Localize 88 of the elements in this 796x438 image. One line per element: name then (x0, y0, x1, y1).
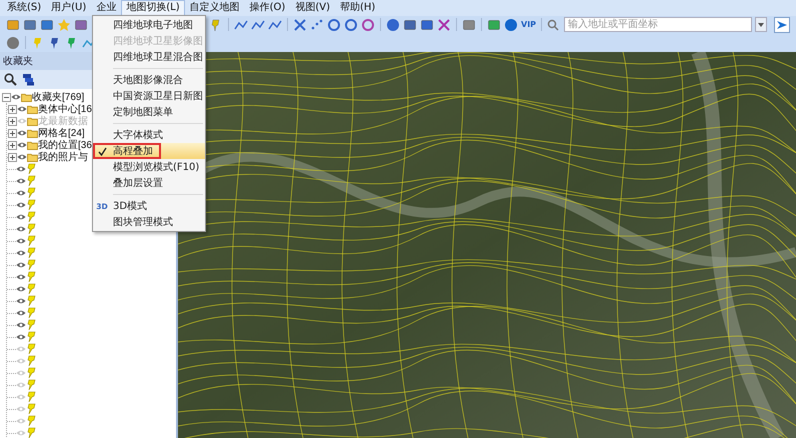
menu-item[interactable]: 操作(O) (244, 0, 290, 16)
stack-icon[interactable] (22, 73, 35, 86)
eye-icon[interactable] (16, 237, 26, 245)
eye-icon[interactable] (17, 105, 27, 113)
pin-icon[interactable] (26, 235, 36, 247)
eye-icon[interactable] (16, 189, 26, 197)
pin-icon[interactable] (26, 343, 36, 355)
menu-item[interactable]: 自定义地图 (184, 0, 245, 16)
expand-icon[interactable] (8, 152, 17, 162)
pin-icon[interactable] (26, 187, 36, 199)
pin-icon[interactable] (26, 211, 36, 223)
info-icon[interactable] (504, 18, 518, 32)
pin-icon[interactable] (26, 283, 36, 295)
eye-icon[interactable] (16, 165, 26, 173)
pin-icon[interactable] (26, 379, 36, 391)
arrow-icon (777, 20, 788, 30)
pin-icon[interactable] (26, 163, 36, 175)
eye-icon[interactable] (16, 273, 26, 281)
tree-item[interactable]: 我的位置[36 (38, 138, 92, 152)
menu-item[interactable]: 中国资源卫星日新图 (93, 88, 205, 104)
pin-icon[interactable] (26, 391, 36, 403)
menu-item[interactable]: 系统(S) (2, 0, 46, 16)
star-icon[interactable] (57, 18, 71, 32)
pin-icon[interactable] (26, 259, 36, 271)
eye-icon[interactable] (16, 225, 26, 233)
menu-item[interactable]: 图块管理模式 (93, 214, 205, 230)
menu-item[interactable]: 定制地图菜单 (93, 104, 205, 120)
eye-icon[interactable] (17, 141, 27, 149)
pin-icon[interactable] (26, 223, 36, 235)
menu-item[interactable]: 地图切换(L) (121, 0, 185, 16)
menu-item[interactable]: 大字体模式 (93, 127, 205, 143)
dots-icon[interactable] (310, 18, 324, 32)
pin-icon[interactable] (26, 307, 36, 319)
eye-icon[interactable] (16, 249, 26, 257)
eye-icon[interactable] (16, 285, 26, 293)
menu-item[interactable]: 用户(U) (46, 0, 92, 16)
eye-icon[interactable] (11, 93, 21, 101)
pin-icon[interactable] (26, 355, 36, 367)
eye-icon[interactable] (17, 153, 27, 161)
pin-icon[interactable] (26, 175, 36, 187)
collapse-icon[interactable] (2, 92, 11, 102)
pin-icon[interactable] (26, 415, 36, 427)
pin-icon[interactable] (26, 199, 36, 211)
eye-icon[interactable] (17, 129, 27, 137)
menu-item[interactable]: 高程叠加 (93, 143, 205, 159)
tree-item[interactable]: 我的照片与 (38, 150, 88, 164)
circle-icon[interactable] (327, 18, 341, 32)
eye-icon[interactable] (16, 261, 26, 269)
caret-icon (758, 22, 764, 26)
eye-icon[interactable] (16, 201, 26, 209)
eye-icon[interactable] (16, 321, 26, 329)
pin-icon[interactable] (26, 367, 36, 379)
highlight-frame (93, 143, 161, 159)
menu-item[interactable]: 天地图影像混合 (93, 72, 205, 88)
pin-icon[interactable] (26, 295, 36, 307)
menu-item[interactable]: 模型浏览模式(F10) (93, 159, 205, 175)
expand-icon[interactable] (8, 104, 17, 114)
menu-item[interactable]: 帮助(H) (335, 0, 380, 16)
search-icon[interactable] (4, 73, 17, 86)
vip-icon[interactable]: VIP (521, 20, 536, 29)
menu-item[interactable]: 企业 (91, 0, 122, 16)
pin-icon[interactable] (26, 319, 36, 331)
eye-icon[interactable] (16, 297, 26, 305)
pin-icon[interactable] (26, 403, 36, 415)
pin-icon[interactable] (26, 271, 36, 283)
menu-item[interactable]: 叠加层设置 (93, 175, 205, 191)
menu-item[interactable]: 四维地球电子地图 (93, 17, 205, 33)
expand-icon[interactable] (8, 140, 17, 150)
eye-icon[interactable] (16, 213, 26, 221)
scissors-icon[interactable] (437, 18, 451, 32)
eye-icon[interactable] (16, 333, 26, 341)
pin-icon[interactable] (26, 247, 36, 259)
eye-icon[interactable] (16, 309, 26, 317)
tree-item[interactable]: 奥体中心[16 (38, 102, 92, 116)
pin-icon[interactable] (26, 331, 36, 343)
cross-icon[interactable] (293, 18, 307, 32)
expand-icon[interactable] (8, 128, 17, 138)
tree-item[interactable]: 收藏夹[769] (32, 90, 84, 104)
eye-icon[interactable] (16, 177, 26, 185)
ring-icon[interactable] (361, 18, 375, 32)
expand-icon[interactable] (8, 116, 17, 126)
dropdown-button[interactable] (755, 17, 768, 32)
pin-icon[interactable] (26, 427, 36, 438)
menu-item[interactable]: 视图(V) (290, 0, 335, 16)
search-field[interactable]: 输入地址或平面坐标 (564, 17, 752, 32)
tree-item[interactable]: 网格名[24] (38, 126, 85, 140)
arc-icon[interactable] (344, 18, 358, 32)
go-button[interactable] (774, 16, 790, 32)
